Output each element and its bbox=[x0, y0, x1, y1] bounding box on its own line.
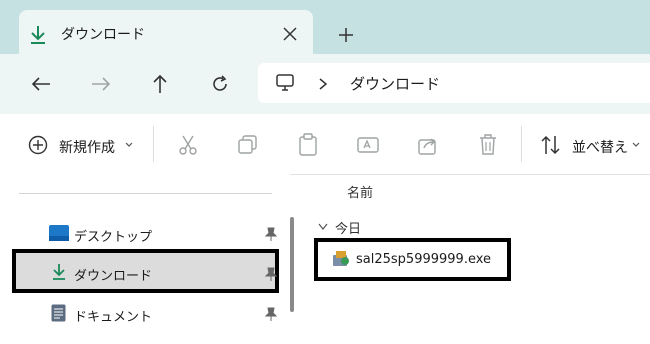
download-icon bbox=[31, 26, 45, 44]
new-button[interactable]: 新規作成 bbox=[59, 137, 115, 157]
sidebar-scrollbar[interactable] bbox=[290, 217, 294, 312]
share-icon[interactable] bbox=[417, 134, 439, 156]
delete-icon[interactable] bbox=[477, 133, 499, 157]
download-icon bbox=[53, 264, 65, 280]
cut-icon[interactable] bbox=[177, 134, 199, 156]
chevron-down-icon[interactable] bbox=[318, 223, 328, 231]
tab-title: ダウンロード bbox=[61, 27, 145, 43]
sidebar-item-downloads[interactable]: ダウンロード bbox=[74, 265, 152, 284]
sidebar-divider bbox=[19, 193, 272, 194]
chevron-down-icon[interactable] bbox=[125, 142, 133, 148]
sort-button[interactable]: 並べ替え bbox=[572, 137, 628, 157]
column-header-name[interactable]: 名前 bbox=[347, 182, 373, 201]
address-input[interactable] bbox=[258, 63, 650, 103]
chevron-right-icon[interactable] bbox=[318, 78, 328, 90]
group-header-today[interactable]: 今日 bbox=[335, 218, 361, 237]
chevron-down-icon[interactable] bbox=[632, 142, 640, 148]
toolbar-divider bbox=[521, 126, 522, 162]
back-arrow-icon[interactable] bbox=[31, 76, 51, 92]
file-name[interactable]: sal25sp5999999.exe bbox=[356, 252, 491, 267]
paste-icon[interactable] bbox=[297, 133, 319, 157]
plus-icon[interactable] bbox=[338, 27, 354, 43]
up-arrow-icon[interactable] bbox=[151, 74, 169, 94]
toolbar-divider bbox=[153, 126, 154, 162]
breadcrumb-downloads[interactable]: ダウンロード bbox=[350, 73, 440, 94]
document-icon bbox=[51, 304, 66, 322]
rename-icon[interactable] bbox=[356, 133, 380, 157]
sidebar-item-documents[interactable]: ドキュメント bbox=[74, 306, 152, 325]
pin-icon[interactable] bbox=[265, 307, 277, 321]
pin-icon[interactable] bbox=[265, 267, 277, 281]
computer-icon bbox=[276, 74, 294, 91]
pin-icon[interactable] bbox=[265, 227, 277, 241]
desktop-icon bbox=[49, 225, 69, 241]
copy-icon[interactable] bbox=[237, 134, 259, 156]
forward-arrow-icon[interactable] bbox=[91, 76, 111, 92]
refresh-icon[interactable] bbox=[211, 75, 229, 93]
installer-icon bbox=[333, 251, 349, 266]
sort-icon[interactable] bbox=[540, 134, 562, 156]
sidebar-item-desktop[interactable]: デスクトップ bbox=[74, 226, 152, 245]
close-icon[interactable] bbox=[283, 27, 297, 41]
plus-circle-icon[interactable] bbox=[28, 135, 48, 155]
